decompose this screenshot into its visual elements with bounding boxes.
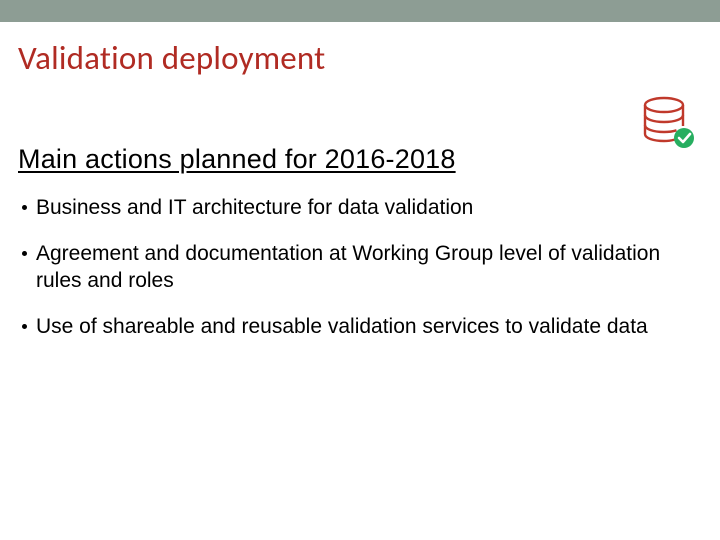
list-item: Use of shareable and reusable validation… xyxy=(22,314,702,340)
bullet-list: Business and IT architecture for data va… xyxy=(18,195,702,340)
list-item: Business and IT architecture for data va… xyxy=(22,195,702,221)
bullet-text: Use of shareable and reusable validation… xyxy=(36,314,648,340)
bullet-text: Agreement and documentation at Working G… xyxy=(36,241,702,294)
bullet-dot-icon xyxy=(22,324,27,329)
slide-title: Validation deployment xyxy=(18,38,702,78)
section-title: Main actions planned for 2016-2018 xyxy=(18,144,456,175)
slide-content: Validation deployment Main actions plann… xyxy=(0,38,720,340)
list-item: Agreement and documentation at Working G… xyxy=(22,241,702,294)
bullet-text: Business and IT architecture for data va… xyxy=(36,195,473,221)
bullet-dot-icon xyxy=(22,251,27,256)
database-check-icon xyxy=(640,96,696,155)
bullet-dot-icon xyxy=(22,205,27,210)
top-bar xyxy=(0,0,720,22)
section-row: Main actions planned for 2016-2018 xyxy=(18,126,702,185)
